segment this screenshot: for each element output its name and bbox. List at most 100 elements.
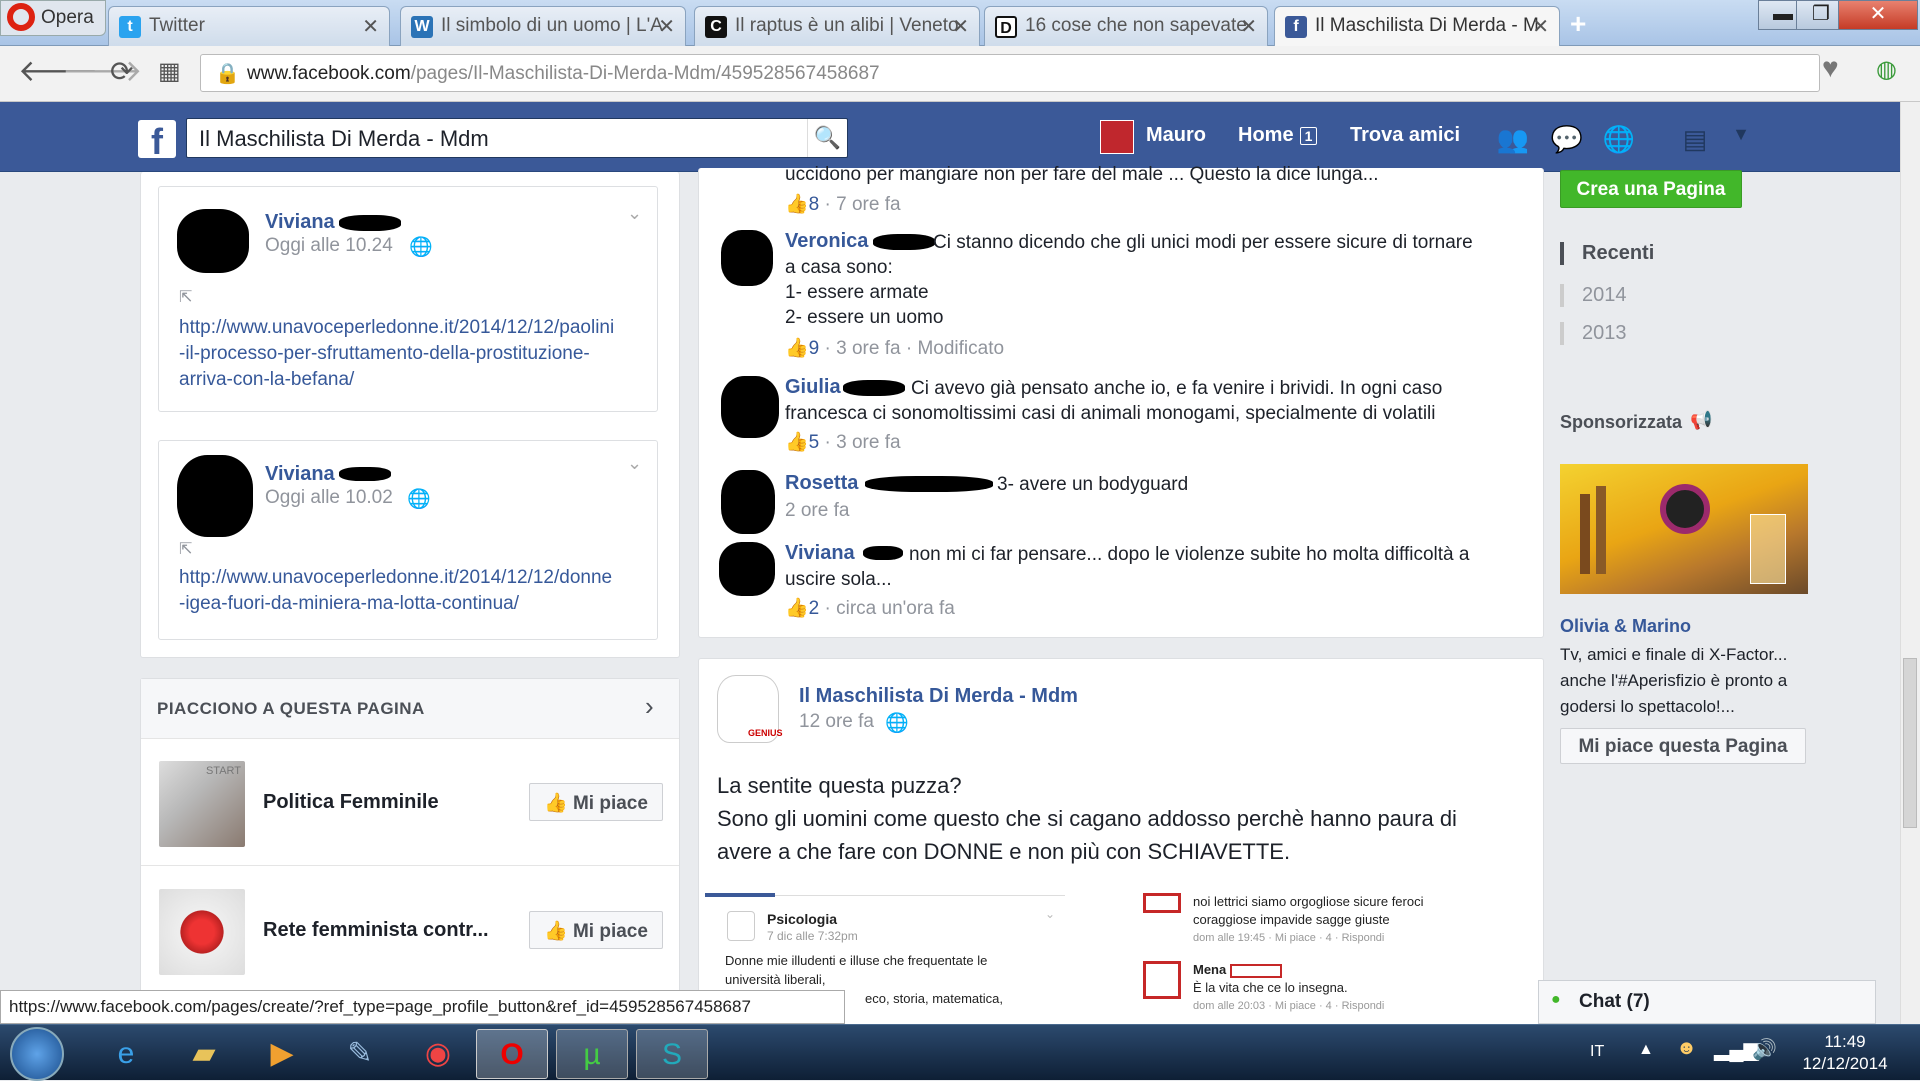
close-icon[interactable]: ✕ xyxy=(362,14,379,39)
thumbs-up-icon[interactable]: 👍 xyxy=(785,598,809,619)
search-input[interactable]: Il Maschilista Di Merda - Mdm 🔍 xyxy=(186,118,848,158)
post-author-link[interactable]: Il Maschilista Di Merda - Mdm xyxy=(799,685,1078,708)
wordpress-icon: W xyxy=(411,16,433,38)
like-page-button[interactable]: 👍 Mi piace xyxy=(529,911,663,949)
search-icon[interactable]: 🔍 xyxy=(807,119,847,157)
likes-box: PIACCIONO A QUESTA PAGINA › START Politi… xyxy=(140,678,680,998)
heart-icon[interactable]: ♥ xyxy=(1822,52,1839,84)
avatar[interactable] xyxy=(721,376,779,438)
page-scrollbar[interactable] xyxy=(1900,102,1920,1024)
liked-page-name[interactable]: Politica Femminile xyxy=(263,791,439,814)
folder-icon[interactable]: ▰ xyxy=(172,1029,236,1079)
volume-icon[interactable]: 🔊 xyxy=(1752,1037,1777,1062)
privacy-icon[interactable]: ▤ xyxy=(1678,124,1712,154)
likes-box-header[interactable]: PIACCIONO A QUESTA PAGINA › xyxy=(141,679,679,739)
post-time[interactable]: Oggi alle 10.02 xyxy=(265,487,393,509)
utorrent-icon[interactable]: µ xyxy=(556,1029,628,1079)
friend-requests-icon[interactable]: 👥 xyxy=(1496,124,1530,154)
page-thumbnail[interactable] xyxy=(159,889,245,975)
tab-veneto[interactable]: C Il raptus è un alibi | Veneto ✕ xyxy=(694,6,980,46)
start-button[interactable] xyxy=(10,1027,64,1081)
address-bar-row: 🡐 🡒 ⟳ ▦ 🔒 www.facebook.com/pages/Il-Masc… xyxy=(0,46,1920,102)
twitter-icon: t xyxy=(119,16,141,38)
page-thumbnail[interactable]: START xyxy=(159,761,245,847)
timeline-recent[interactable]: Recenti xyxy=(1560,242,1654,265)
post-link[interactable]: http://www.unavoceperledonne.it/2014/12/… xyxy=(179,565,612,617)
sponsored-label: Sponsorizzata xyxy=(1560,412,1683,432)
thumbs-up-icon: 👍 xyxy=(544,921,573,942)
tab-16-cose[interactable]: D 16 cose che non sapevate ✕ xyxy=(984,6,1268,46)
timeline-2014[interactable]: 2014 xyxy=(1560,284,1627,307)
url-field[interactable]: 🔒 www.facebook.com/pages/Il-Maschilista-… xyxy=(200,54,1820,92)
clock[interactable]: 11:49 12/12/2014 xyxy=(1790,1031,1900,1075)
opera-menu-button[interactable]: Opera xyxy=(0,0,106,36)
redaction-box xyxy=(1143,893,1181,913)
app-icon[interactable]: ✎ xyxy=(328,1029,392,1079)
post-link[interactable]: http://www.unavoceperledonne.it/2014/12/… xyxy=(179,315,614,393)
chat-bar[interactable]: ● Chat (7) xyxy=(1538,980,1876,1024)
comment-meta: 👍8 · 7 ore fa xyxy=(785,194,901,215)
like-page-button[interactable]: 👍 Mi piace xyxy=(529,783,663,821)
divider xyxy=(705,893,775,897)
home-link[interactable]: Home 1 xyxy=(1238,124,1318,147)
chevron-down-icon: ⌄ xyxy=(1045,907,1056,921)
comment-author-link[interactable]: Rosetta xyxy=(785,472,858,495)
post-time[interactable]: Oggi alle 10.24 xyxy=(265,235,393,257)
tab-facebook[interactable]: f Il Maschilista Di Merda - M ✕ xyxy=(1274,6,1560,46)
comment-text: Ci stanno dicendo che gli unici modi per… xyxy=(785,232,1473,328)
close-icon[interactable]: ✕ xyxy=(1240,14,1257,39)
internet-explorer-icon[interactable]: e xyxy=(94,1029,158,1079)
chevron-down-icon[interactable]: ⌄ xyxy=(627,453,642,474)
tab-wordpress[interactable]: W Il simbolo di un uomo | L'A ✕ xyxy=(400,6,686,46)
thumbs-up-icon[interactable]: 👍 xyxy=(785,432,809,453)
new-tab-button[interactable]: + xyxy=(1570,8,1586,40)
close-icon[interactable]: ✕ xyxy=(952,14,969,39)
avatar[interactable] xyxy=(721,230,773,286)
skype-icon[interactable]: S xyxy=(636,1029,708,1079)
redaction-mark xyxy=(339,215,401,231)
language-indicator[interactable]: IT xyxy=(1590,1043,1604,1061)
scrollbar-thumb[interactable] xyxy=(1903,658,1917,828)
media-player-icon[interactable]: ▶ xyxy=(250,1029,314,1079)
liked-page-name[interactable]: Rete femminista contr... xyxy=(263,919,489,942)
globe-icon: 🌐 xyxy=(407,489,431,510)
browser-tab-bar: Opera t Twitter ✕ W Il simbolo di un uomo |… xyxy=(0,0,1920,46)
chrome-icon[interactable]: ◉ xyxy=(406,1029,470,1079)
find-friends-link[interactable]: Trova amici xyxy=(1350,124,1460,147)
chevron-down-icon[interactable]: ▼ xyxy=(1724,124,1758,152)
tray-app-icon[interactable]: ☻ xyxy=(1676,1037,1697,1060)
page-avatar[interactable]: GENIUS xyxy=(717,675,783,743)
speed-dial-icon[interactable]: ▦ xyxy=(158,56,181,88)
close-icon[interactable]: ✕ xyxy=(658,14,675,39)
messages-icon[interactable]: 💬 xyxy=(1550,124,1584,154)
close-window-button[interactable]: ✕ xyxy=(1838,0,1918,30)
create-page-button[interactable]: Crea una Pagina xyxy=(1560,170,1742,208)
opera-taskbar-icon[interactable]: O xyxy=(476,1029,548,1079)
avatar[interactable] xyxy=(719,542,775,596)
reload-icon[interactable]: ⟳ xyxy=(110,56,133,88)
facebook-logo-icon[interactable]: f xyxy=(138,120,176,162)
post-author-link[interactable]: Viviana xyxy=(265,463,335,486)
post-time[interactable]: 12 ore fa xyxy=(799,711,874,733)
thumbs-up-icon[interactable]: 👍 xyxy=(785,338,809,359)
opera-logo-icon xyxy=(7,3,35,31)
timeline-2013[interactable]: 2013 xyxy=(1560,322,1627,345)
comment-text: non mi ci far pensare... dopo le violenz… xyxy=(785,544,1470,590)
avatar xyxy=(727,911,755,941)
ad-title-link[interactable]: Olivia & Marino xyxy=(1560,616,1691,637)
thumbs-up-icon[interactable]: 👍 xyxy=(785,194,809,215)
ad-image[interactable] xyxy=(1560,464,1808,594)
globe-icon: 🌐 xyxy=(409,237,433,258)
ad-text: Tv, amici e finale di X-Factor... anche … xyxy=(1560,645,1788,716)
like-ad-page-button[interactable]: Mi piace questa Pagina xyxy=(1560,728,1806,764)
notifications-icon[interactable]: 🌐 xyxy=(1602,124,1636,154)
avatar[interactable] xyxy=(721,470,775,534)
update-icon[interactable]: ◍ xyxy=(1876,54,1897,86)
user-name-link[interactable]: Mauro xyxy=(1146,124,1206,147)
close-icon[interactable]: ✕ xyxy=(1532,14,1549,39)
avatar[interactable] xyxy=(1100,120,1134,154)
tab-twitter[interactable]: t Twitter ✕ xyxy=(108,6,390,46)
post-author-link[interactable]: Viviana xyxy=(265,211,335,234)
show-hidden-icons[interactable]: ▲ xyxy=(1638,1041,1654,1059)
chevron-down-icon[interactable]: ⌄ xyxy=(627,203,642,224)
